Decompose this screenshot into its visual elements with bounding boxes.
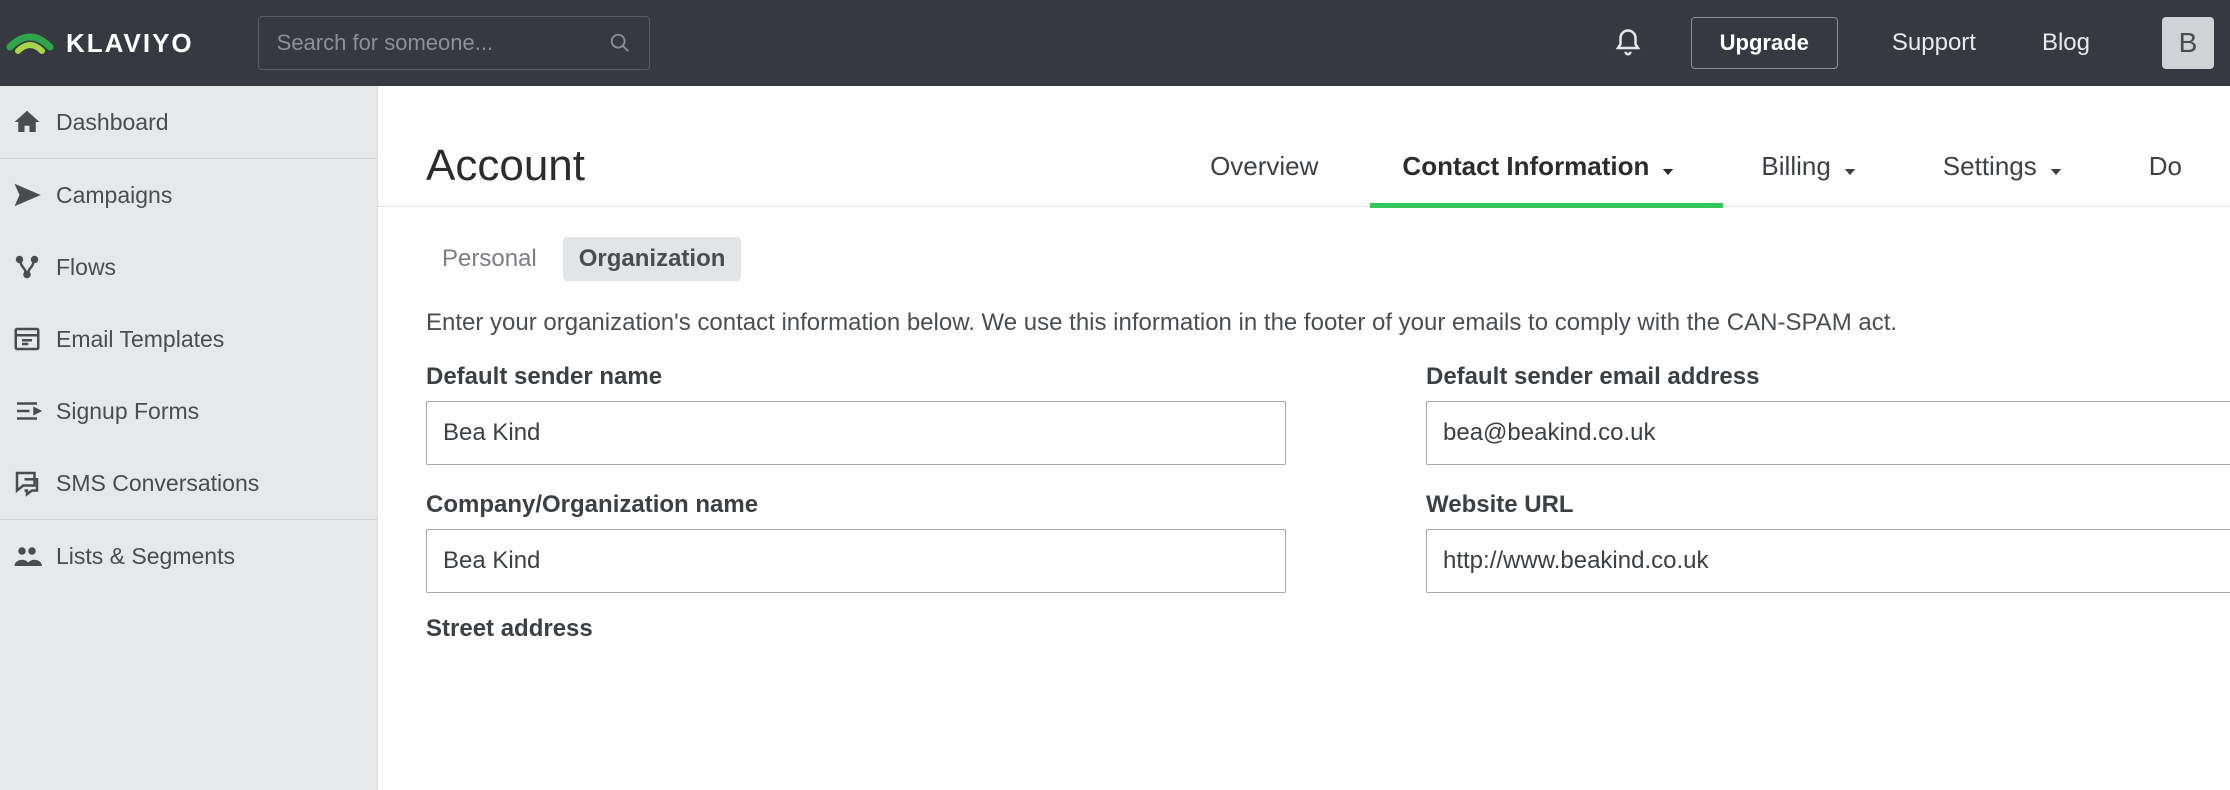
tab-overview[interactable]: Overview	[1210, 126, 1318, 206]
account-tabs: Overview Contact Information Billing Set…	[1210, 126, 2182, 206]
label-sender-name: Default sender name	[426, 363, 1286, 391]
subtab-organization[interactable]: Organization	[563, 237, 742, 281]
label-sender-email: Default sender email address	[1426, 363, 2230, 391]
form-icon	[12, 396, 42, 426]
help-text: Enter your organization's contact inform…	[426, 309, 2182, 337]
chat-icon	[12, 468, 42, 498]
tab-label: Settings	[1943, 151, 2037, 182]
sidebar-item-label: SMS Conversations	[56, 470, 259, 497]
page-title: Account	[426, 141, 585, 191]
tab-settings[interactable]: Settings	[1943, 126, 2065, 206]
subtab-personal[interactable]: Personal	[426, 237, 553, 281]
notifications-icon[interactable]	[1613, 28, 1643, 58]
tab-label: Overview	[1210, 151, 1318, 182]
sidebar-item-flows[interactable]: Flows	[0, 231, 377, 303]
brand[interactable]: KLAVIYO	[0, 17, 194, 70]
brand-wordmark: KLAVIYO	[66, 28, 194, 59]
input-website[interactable]	[1426, 529, 2230, 593]
avatar[interactable]: B	[2162, 17, 2214, 69]
template-icon	[12, 324, 42, 354]
search-input[interactable]	[277, 30, 609, 56]
blog-link[interactable]: Blog	[2042, 29, 2090, 57]
sidebar-item-label: Flows	[56, 254, 116, 281]
flow-icon	[12, 252, 42, 282]
chevron-down-icon	[1841, 157, 1859, 175]
upgrade-button[interactable]: Upgrade	[1691, 17, 1838, 69]
home-icon	[12, 107, 42, 137]
label-org-name: Company/Organization name	[426, 491, 1286, 519]
tab-contact-information[interactable]: Contact Information	[1402, 126, 1677, 206]
input-org-name[interactable]	[426, 529, 1286, 593]
label-street-address: Street address	[426, 615, 2182, 643]
search-icon	[609, 32, 631, 54]
sidebar-item-label: Signup Forms	[56, 398, 199, 425]
search-box[interactable]	[258, 16, 650, 70]
sidebar-item-sms-conversations[interactable]: SMS Conversations	[0, 447, 377, 519]
tab-extra[interactable]: Do	[2149, 126, 2182, 206]
people-icon	[12, 541, 42, 571]
tab-label: Contact Information	[1402, 151, 1649, 182]
sidebar-item-label: Email Templates	[56, 326, 224, 353]
sidebar-item-email-templates[interactable]: Email Templates	[0, 303, 377, 375]
input-sender-email[interactable]	[1426, 401, 2230, 465]
sidebar-item-signup-forms[interactable]: Signup Forms	[0, 375, 377, 447]
paper-plane-icon	[12, 180, 42, 210]
sidebar-item-lists-segments[interactable]: Lists & Segments	[0, 520, 377, 592]
input-sender-name[interactable]	[426, 401, 1286, 465]
support-link[interactable]: Support	[1892, 29, 1976, 57]
tab-label: Billing	[1761, 151, 1830, 182]
label-website: Website URL	[1426, 491, 2230, 519]
sidebar-item-label: Campaigns	[56, 182, 172, 209]
contact-info-subtabs: Personal Organization	[426, 237, 2182, 281]
chevron-down-icon	[1659, 157, 1677, 175]
tab-label: Do	[2149, 151, 2182, 182]
sidebar-item-label: Dashboard	[56, 109, 169, 136]
sidebar: Dashboard Campaigns Flows Email Template…	[0, 86, 378, 790]
klaviyo-logo-icon	[6, 17, 54, 70]
sidebar-item-dashboard[interactable]: Dashboard	[0, 86, 377, 158]
chevron-down-icon	[2047, 157, 2065, 175]
sidebar-item-label: Lists & Segments	[56, 543, 235, 570]
tab-billing[interactable]: Billing	[1761, 126, 1858, 206]
sidebar-item-campaigns[interactable]: Campaigns	[0, 159, 377, 231]
